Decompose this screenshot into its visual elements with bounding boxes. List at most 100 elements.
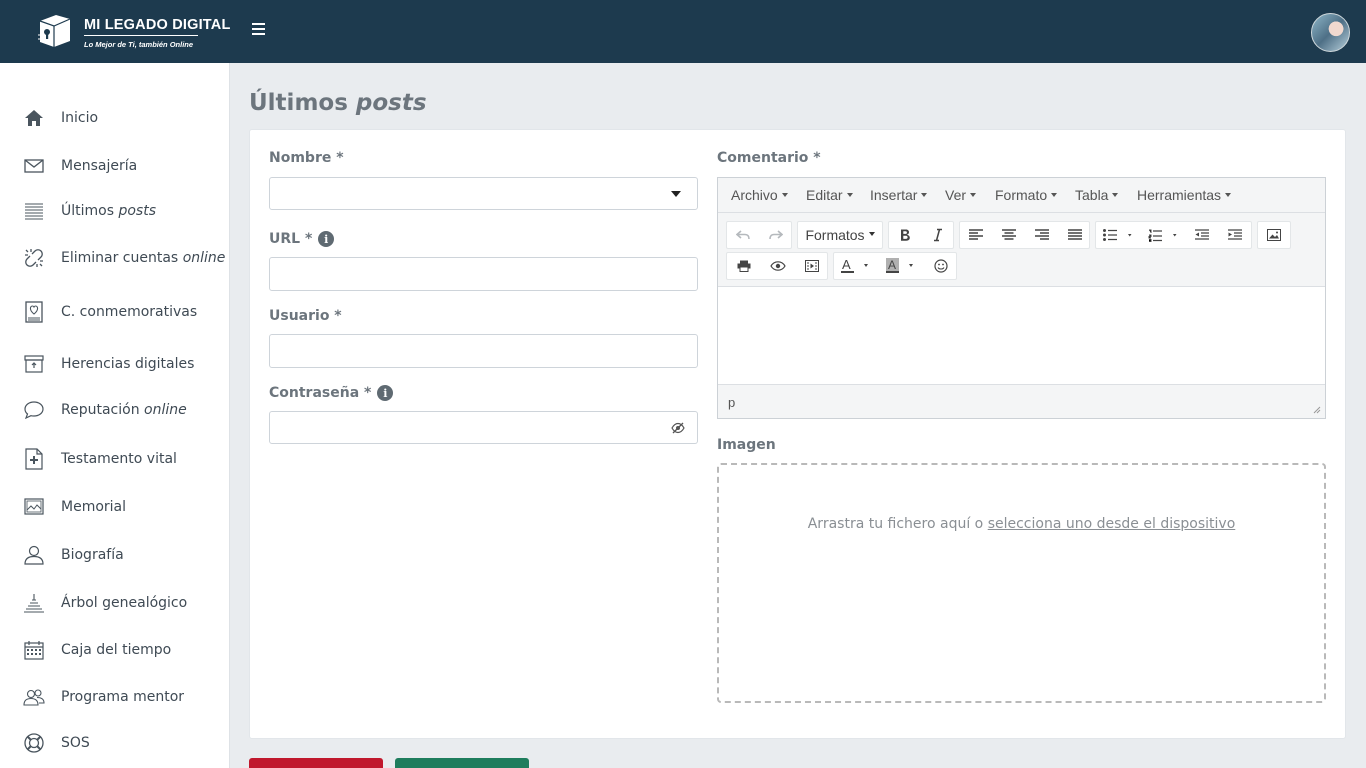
insert-image-button[interactable] [1258, 222, 1290, 248]
sidebar-item-mensajeria[interactable]: Mensajería [0, 146, 230, 186]
svg-text:A: A [842, 258, 851, 272]
user-icon [24, 545, 44, 565]
info-icon[interactable]: i [318, 231, 335, 247]
indent-button[interactable] [1219, 222, 1251, 248]
style-group [888, 221, 954, 249]
url-input[interactable] [269, 257, 698, 291]
lifebuoy-icon [24, 733, 44, 753]
menu-editar[interactable]: Editar [806, 187, 853, 203]
toggle-password-button[interactable] [659, 411, 698, 444]
editor-toolbar: Formatos A A [718, 213, 1325, 287]
sidebar-item-label: SOS [61, 735, 90, 751]
hamburger-menu-icon[interactable] [249, 19, 269, 39]
color-group: A A [833, 252, 957, 280]
menu-archivo[interactable]: Archivo [731, 187, 788, 203]
select-file-link[interactable]: selecciona uno desde el dispositivo [988, 516, 1236, 532]
sidebar-item-eliminar-cuentas[interactable]: Eliminar cuentas online [0, 238, 230, 278]
bold-button[interactable] [889, 222, 921, 248]
italic-button[interactable] [922, 222, 954, 248]
brand-tagline: Lo Mejor de Ti, también Online [84, 40, 194, 49]
media-button[interactable] [795, 253, 828, 279]
sidebar-item-label: Árbol genealógico [61, 595, 188, 611]
sidebar-item-inicio[interactable]: Inicio [0, 98, 230, 138]
image-dropzone[interactable]: Arrastra tu fichero aquí o selecciona un… [717, 463, 1326, 703]
smiley-icon [933, 259, 948, 273]
box-logo-icon [38, 15, 71, 47]
sidebar-item-label: Testamento vital [61, 451, 177, 467]
background-color-button[interactable]: A [879, 253, 923, 279]
caret-down-icon [1051, 193, 1058, 198]
sidebar-item-herencias-digitales[interactable]: Herencias digitales [0, 344, 230, 384]
redo-icon [769, 230, 783, 240]
sidebar-item-programa-mentor[interactable]: Programa mentor [0, 677, 230, 717]
menu-insertar[interactable]: Insertar [870, 187, 928, 203]
user-avatar[interactable] [1311, 13, 1350, 52]
align-left-button[interactable] [960, 222, 992, 248]
redo-button[interactable] [760, 222, 792, 248]
caret-down-icon [1225, 193, 1232, 198]
align-justify-button[interactable] [1059, 222, 1091, 248]
align-right-button[interactable] [1026, 222, 1058, 248]
sidebar-item-memorial[interactable]: Memorial [0, 487, 230, 527]
medical-file-icon [25, 448, 43, 470]
sidebar-item-label: Caja del tiempo [61, 642, 172, 658]
sidebar-item-biografia[interactable]: Biografía [0, 535, 230, 575]
nombre-select[interactable] [269, 177, 698, 210]
menu-ver[interactable]: Ver [945, 187, 977, 203]
sidebar-item-c-conmemorativas[interactable]: C. conmemorativas [0, 292, 230, 332]
sidebar-item-reputacion-online[interactable]: Reputación online [0, 390, 230, 430]
sidebar-item-ultimos-posts[interactable]: Últimos posts [0, 191, 230, 231]
formats-label: Formatos [805, 227, 865, 243]
usuario-input[interactable] [269, 334, 698, 368]
sidebar-item-caja-del-tiempo[interactable]: Caja del tiempo [0, 630, 230, 670]
resize-handle-icon[interactable] [1311, 404, 1321, 414]
caret-down-icon [781, 193, 788, 198]
editor-menubar: Archivo Editar Insertar Ver Formato Tabl… [718, 178, 1325, 213]
sidebar-item-label: Programa mentor [61, 689, 185, 705]
page-title: Últimos posts [249, 90, 427, 116]
bullet-list-button[interactable] [1096, 222, 1140, 248]
dropzone-text: Arrastra tu fichero aquí o selecciona un… [807, 516, 1236, 532]
envelope-icon [24, 159, 44, 173]
menu-tabla[interactable]: Tabla [1075, 187, 1119, 203]
editor-content-area[interactable] [718, 287, 1325, 384]
heart-book-icon [25, 301, 43, 323]
print-icon [737, 260, 750, 272]
align-center-button[interactable] [993, 222, 1025, 248]
chat-bubble-icon [24, 401, 44, 420]
sidebar-item-label: Memorial [61, 499, 127, 515]
numbered-list-button[interactable] [1141, 222, 1185, 248]
print-button[interactable] [727, 253, 760, 279]
info-icon[interactable]: i [377, 385, 394, 401]
picture-icon [24, 498, 44, 515]
numbered-list-icon [1148, 229, 1177, 242]
password-input[interactable] [269, 411, 660, 444]
sidebar-item-sos[interactable]: SOS [0, 723, 230, 763]
text-color-icon: A [841, 258, 868, 273]
calendar-icon [24, 641, 44, 660]
formats-dropdown[interactable]: Formatos [798, 222, 882, 248]
editor-statusbar: p [718, 384, 1325, 418]
outdent-button[interactable] [1186, 222, 1218, 248]
brand-logo[interactable]: MI LEGADO DIGITAL Lo Mejor de Ti, tambié… [30, 11, 230, 53]
save-button[interactable] [395, 758, 529, 768]
preview-button[interactable] [761, 253, 794, 279]
element-path[interactable]: p [728, 395, 735, 410]
archive-box-icon [24, 355, 44, 373]
broken-link-icon [25, 249, 43, 267]
brand-title: MI LEGADO DIGITAL [84, 17, 231, 33]
menu-herramientas[interactable]: Herramientas [1137, 187, 1232, 203]
cancel-button[interactable] [249, 758, 383, 768]
formats-group: Formatos [797, 221, 883, 249]
image-group [1257, 221, 1291, 249]
caret-down-icon [846, 193, 853, 198]
text-color-button[interactable]: A [834, 253, 878, 279]
sidebar-item-label: Herencias digitales [61, 356, 195, 372]
svg-text:A: A [888, 258, 896, 272]
sidebar-item-arbol-genealogico[interactable]: Árbol genealógico [0, 583, 230, 623]
menu-formato[interactable]: Formato [995, 187, 1058, 203]
sidebar-item-testamento-vital[interactable]: Testamento vital [0, 439, 230, 479]
emoticons-button[interactable] [924, 253, 957, 279]
undo-button[interactable] [727, 222, 759, 248]
media-icon [804, 260, 819, 272]
